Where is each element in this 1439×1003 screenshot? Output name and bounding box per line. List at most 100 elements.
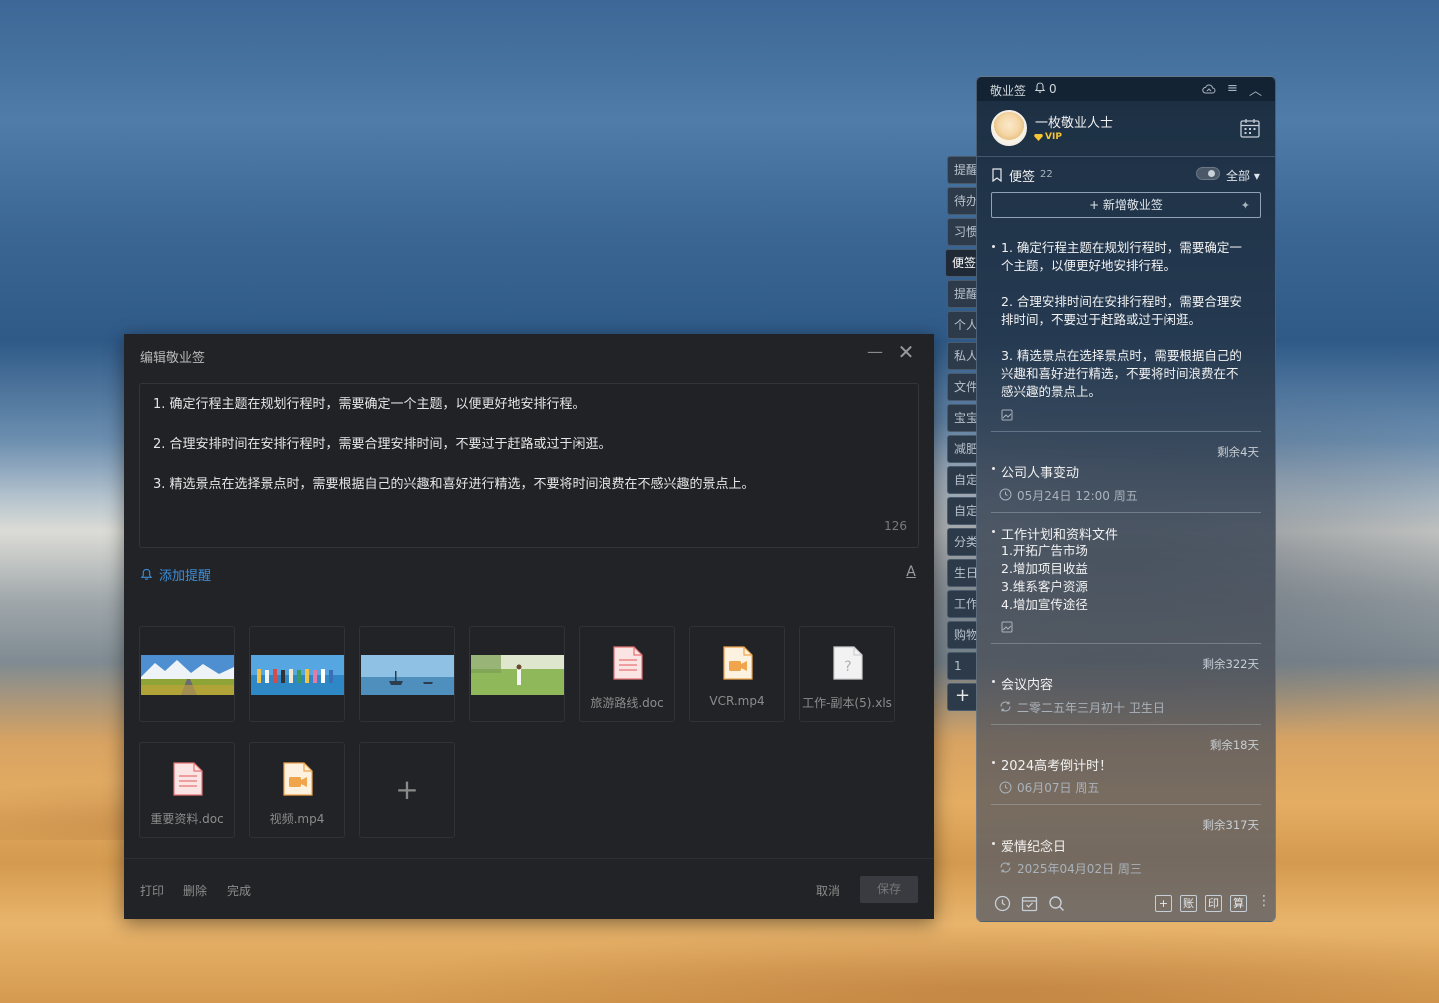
cancel-button[interactable]: 取消 bbox=[816, 882, 840, 899]
app-name: 敬业签 bbox=[990, 84, 1027, 98]
tab-custom-1[interactable]: 自定 bbox=[947, 466, 977, 494]
print-button[interactable]: 打印 bbox=[140, 882, 164, 899]
image-attachment-icon bbox=[1001, 409, 1013, 421]
view-toggle[interactable] bbox=[1196, 167, 1220, 180]
tab-1[interactable]: 1 bbox=[947, 652, 977, 680]
panel-titlebar: 敬业签 0 ≡ ︿ bbox=[977, 77, 1275, 101]
note-text[interactable]: 2. 合理安排时间在安排行程时，需要合理安 bbox=[1001, 293, 1242, 311]
close-button[interactable]: ✕ bbox=[896, 342, 916, 362]
tab-category[interactable]: 分类 bbox=[947, 528, 977, 556]
add-reminder-button[interactable]: 添加提醒 bbox=[140, 565, 211, 584]
attachment-file[interactable]: ? 工作-副本(5).xls bbox=[799, 626, 895, 722]
note-editor[interactable]: 1. 确定行程主题在规划行程时，需要确定一个主题，以便更好地安排行程。 2. 合… bbox=[139, 383, 919, 548]
note-separator bbox=[991, 431, 1261, 432]
editor-line[interactable]: 2. 合理安排时间在安排行程时，需要合理安排时间，不要过于赶路或过于闲逛。 bbox=[153, 433, 612, 452]
checklist-icon[interactable] bbox=[1021, 895, 1038, 912]
diamond-icon bbox=[1034, 133, 1043, 141]
tab-custom-2[interactable]: 自定 bbox=[947, 497, 977, 525]
add-button[interactable]: + bbox=[1155, 895, 1172, 912]
tab-shopping[interactable]: 购物 bbox=[947, 621, 977, 649]
print-button[interactable]: 印 bbox=[1205, 895, 1222, 912]
note-text[interactable]: 2.增加项目收益 bbox=[1001, 560, 1088, 578]
tab-todo[interactable]: 待办 bbox=[947, 187, 977, 215]
tab-diet[interactable]: 减肥 bbox=[947, 435, 977, 463]
minimize-button[interactable]: — bbox=[866, 342, 884, 362]
tab-work[interactable]: 工作 bbox=[947, 590, 977, 618]
tab-reminder-2[interactable]: 提醒 bbox=[947, 280, 977, 308]
note-date: 二零二五年三月初十 卫生日 bbox=[1017, 701, 1165, 715]
delete-button[interactable]: 删除 bbox=[183, 882, 207, 899]
history-icon[interactable] bbox=[994, 895, 1011, 912]
tab-birthday[interactable]: 生日 bbox=[947, 559, 977, 587]
note-text[interactable]: 排时间，不要过于赶路或过于闲逛。 bbox=[1001, 311, 1201, 329]
girl-field-thumbnail bbox=[471, 655, 564, 695]
file-name: 视频.mp4 bbox=[269, 812, 325, 826]
account-button[interactable]: 账 bbox=[1180, 895, 1197, 912]
boat-sea-thumbnail bbox=[361, 655, 454, 695]
attachment-image[interactable] bbox=[139, 626, 235, 722]
divider bbox=[977, 156, 1275, 157]
font-format-icon[interactable]: A bbox=[903, 564, 919, 580]
tab-habit[interactable]: 习惯 bbox=[947, 218, 977, 246]
note-text[interactable]: 兴趣和喜好进行精选，不要将时间浪费在不 bbox=[1001, 365, 1239, 383]
add-tab-button[interactable]: + bbox=[947, 683, 977, 711]
add-attachment-button[interactable]: + bbox=[359, 742, 455, 838]
note-title[interactable]: 2024高考倒计时！ bbox=[1001, 755, 1112, 774]
repeat-icon bbox=[1000, 862, 1011, 873]
cloud-sync-icon[interactable] bbox=[1202, 83, 1216, 95]
file-name: 重要资料.doc bbox=[150, 812, 224, 826]
tab-private[interactable]: 私人 bbox=[947, 342, 977, 370]
attachment-image[interactable] bbox=[249, 626, 345, 722]
note-separator bbox=[991, 643, 1261, 644]
add-reminder-label: 添加提醒 bbox=[159, 569, 212, 584]
tab-reminder[interactable]: 提醒 bbox=[947, 156, 977, 184]
new-note-label: + 新增敬业签 bbox=[1089, 198, 1163, 212]
dialog-footer: 打印 删除 完成 取消 保存 bbox=[124, 858, 934, 919]
collapse-icon[interactable]: ︿ bbox=[1249, 80, 1262, 99]
tab-baby[interactable]: 宝宝 bbox=[947, 404, 977, 432]
calculator-button[interactable]: 算 bbox=[1230, 895, 1247, 912]
tab-notes[interactable]: 便签 bbox=[945, 249, 977, 277]
notes-panel: 敬业签 0 ≡ ︿ 一枚敬业人士 VIP 便签 22 全部 ▾ + 新增敬业签 … bbox=[976, 76, 1276, 922]
note-text[interactable]: 个主题，以便更好地安排行程。 bbox=[1001, 257, 1176, 275]
note-text[interactable]: 3.维系客户资源 bbox=[1001, 578, 1088, 596]
attachment-file[interactable]: 旅游路线.doc bbox=[579, 626, 675, 722]
tab-personal[interactable]: 个人 bbox=[947, 311, 977, 339]
note-text[interactable]: 3. 精选景点在选择景点时，需要根据自己的 bbox=[1001, 347, 1242, 365]
more-icon[interactable]: ⋮ bbox=[1257, 893, 1271, 909]
editor-line[interactable]: 1. 确定行程主题在规划行程时，需要确定一个主题，以便更好地安排行程。 bbox=[153, 393, 586, 412]
note-text[interactable]: 1. 确定行程主题在规划行程时，需要确定一 bbox=[1001, 239, 1242, 257]
note-text[interactable]: 4.增加宣传途径 bbox=[1001, 596, 1088, 614]
reminder-count: 0 bbox=[1049, 82, 1057, 96]
filter-dropdown[interactable]: 全部 ▾ bbox=[1226, 167, 1260, 184]
note-text[interactable]: 1.开拓广告市场 bbox=[1001, 542, 1088, 560]
save-button[interactable]: 保存 bbox=[860, 876, 918, 903]
done-button[interactable]: 完成 bbox=[227, 882, 251, 899]
note-date: 05月24日 12:00 周五 bbox=[1017, 489, 1138, 503]
file-name: VCR.mp4 bbox=[709, 694, 765, 708]
attachment-file[interactable]: VCR.mp4 bbox=[689, 626, 785, 722]
tab-files[interactable]: 文件 bbox=[947, 373, 977, 401]
avatar[interactable] bbox=[991, 110, 1027, 146]
file-name: 旅游路线.doc bbox=[590, 696, 664, 710]
note-title[interactable]: 工作计划和资料文件 bbox=[1001, 524, 1118, 543]
attachment-file[interactable]: 重要资料.doc bbox=[139, 742, 235, 838]
attachment-image[interactable] bbox=[359, 626, 455, 722]
note-title[interactable]: 公司人事变动 bbox=[1001, 462, 1079, 481]
note-title[interactable]: 会议内容 bbox=[1001, 674, 1053, 693]
note-text[interactable]: 感兴趣的景点上。 bbox=[1001, 383, 1101, 401]
attachment-file[interactable]: 视频.mp4 bbox=[249, 742, 345, 838]
bell-icon[interactable] bbox=[1034, 82, 1046, 94]
new-note-button[interactable]: + 新增敬业签 ✦ bbox=[991, 192, 1261, 218]
dialog-title: 编辑敬业签 bbox=[140, 351, 206, 366]
edit-note-dialog: 编辑敬业签 — ✕ 1. 确定行程主题在规划行程时，需要确定一个主题，以便更好地… bbox=[124, 334, 934, 919]
attachment-image[interactable] bbox=[469, 626, 565, 722]
sparkle-icon[interactable]: ✦ bbox=[1241, 194, 1250, 218]
editor-line[interactable]: 3. 精选景点在选择景点时，需要根据自己的兴趣和喜好进行精选，不要将时间浪费在不… bbox=[153, 473, 755, 492]
calendar-icon[interactable] bbox=[1239, 117, 1261, 139]
menu-icon[interactable]: ≡ bbox=[1227, 81, 1238, 96]
note-separator bbox=[991, 512, 1261, 513]
search-icon[interactable] bbox=[1048, 895, 1065, 912]
note-title[interactable]: 爱情纪念日 bbox=[1001, 836, 1066, 855]
section-title: 便签 bbox=[1009, 170, 1036, 185]
